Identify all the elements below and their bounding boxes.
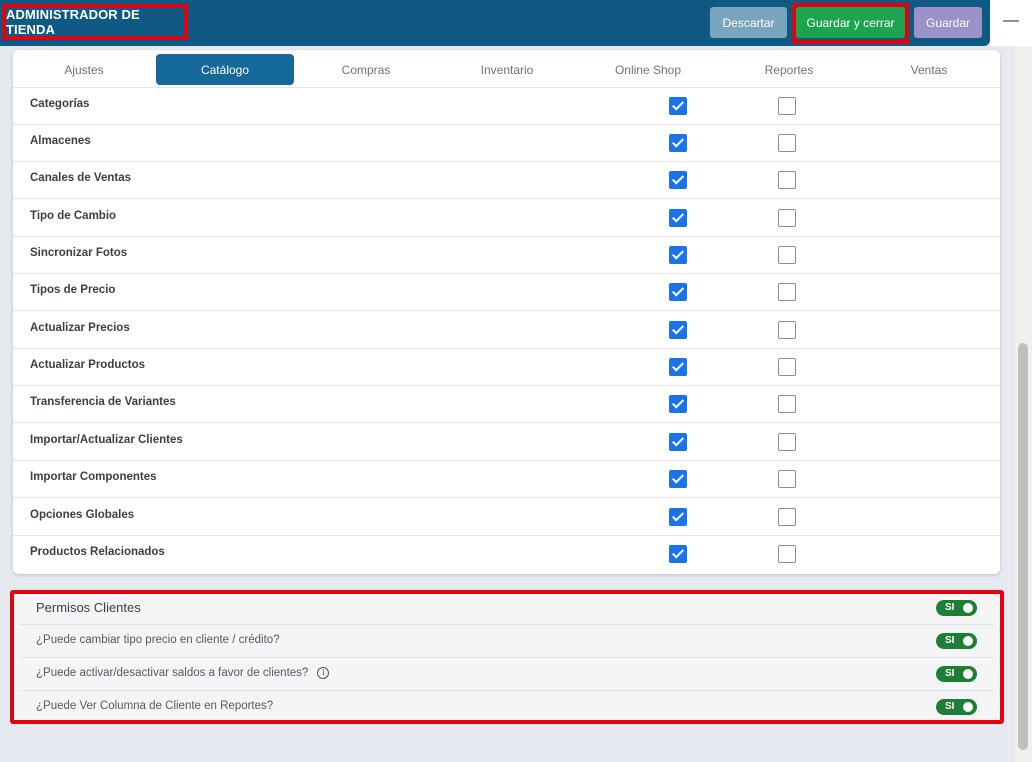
permission-checkbox-primary[interactable] [669, 470, 687, 488]
permission-checkbox-primary[interactable] [669, 321, 687, 339]
permission-row: Tipo de Cambio [13, 200, 1000, 237]
permission-label: Actualizar Precios [30, 322, 130, 334]
permission-checkbox-secondary[interactable] [778, 395, 796, 413]
client-permission-row: ¿Puede activar/desactivar saldos a favor… [20, 658, 994, 691]
client-permission-text: ¿Puede activar/desactivar saldos a favor… [36, 667, 330, 679]
permission-checkbox-secondary[interactable] [778, 134, 796, 152]
clients-permissions-toggle[interactable]: SI [936, 600, 977, 616]
permission-row: Almacenes [13, 125, 1000, 162]
permission-label: Tipo de Cambio [30, 210, 117, 222]
permission-checkbox-primary[interactable] [669, 246, 687, 264]
permission-row: Importar/Actualizar Clientes [13, 424, 1000, 461]
permission-label: Actualizar Productos [30, 359, 146, 371]
tab-ventas[interactable]: Ventas [861, 54, 997, 85]
permission-checkbox-primary[interactable] [669, 545, 687, 563]
permission-label: Transferencia de Variantes [30, 396, 176, 408]
permission-checkbox-primary[interactable] [669, 97, 687, 115]
permission-row: Importar Componentes [13, 461, 1000, 498]
tab-ajustes[interactable]: Ajustes [15, 54, 153, 85]
permission-checkbox-secondary[interactable] [778, 545, 796, 563]
discard-button[interactable]: Descartar [710, 7, 787, 38]
permission-checkbox-secondary[interactable] [778, 171, 796, 189]
permission-row: Sincronizar Fotos [13, 237, 1000, 274]
toggle-label: SI [945, 602, 955, 613]
permission-checkbox-secondary[interactable] [778, 209, 796, 227]
client-permission-label: ¿Puede cambiar tipo precio en cliente / … [36, 634, 280, 646]
permission-checkbox-primary[interactable] [669, 508, 687, 526]
permission-checkbox-primary[interactable] [669, 433, 687, 451]
permission-checkbox-secondary[interactable] [778, 508, 796, 526]
permission-checkbox-secondary[interactable] [778, 321, 796, 339]
permission-checkbox-secondary[interactable] [778, 433, 796, 451]
permission-row: Productos Relacionados [13, 536, 1000, 573]
save-button[interactable]: Guardar [914, 7, 982, 38]
permission-row: Actualizar Precios [13, 312, 1000, 349]
catalog-permissions-card: Ajustes Catálogo Compras Inventario Onli… [13, 50, 1000, 574]
client-permission-toggle[interactable]: SI [936, 633, 977, 649]
clients-permissions-header: Permisos Clientes SI [20, 592, 994, 625]
permission-label: Sincronizar Fotos [30, 247, 128, 259]
permission-checkbox-secondary[interactable] [778, 470, 796, 488]
permission-row: Tipos de Precio [13, 274, 1000, 311]
toggle-label: SI [945, 668, 955, 679]
permission-checkbox-secondary[interactable] [778, 97, 796, 115]
permission-row: Categorías [13, 88, 1000, 125]
permission-checkbox-primary[interactable] [669, 209, 687, 227]
toggle-knob [963, 636, 973, 646]
permission-label: Importar Componentes [30, 471, 157, 483]
tab-bar: Ajustes Catálogo Compras Inventario Onli… [13, 50, 1000, 88]
permission-checkbox-primary[interactable] [669, 134, 687, 152]
tab-reportes[interactable]: Reportes [720, 54, 858, 85]
permission-label: Tipos de Precio [30, 284, 116, 296]
permission-label: Opciones Globales [30, 509, 135, 521]
permission-checkbox-secondary[interactable] [778, 358, 796, 376]
permission-row: Transferencia de Variantes [13, 386, 1000, 423]
scrollbar-thumb[interactable] [1018, 343, 1028, 750]
tab-online-shop[interactable]: Online Shop [579, 54, 717, 85]
toggle-knob [963, 603, 973, 613]
save-close-button[interactable]: Guardar y cerrar [796, 7, 905, 38]
client-permission-label: ¿Puede Ver Columna de Cliente en Reporte… [36, 700, 274, 712]
info-circle-icon[interactable]: i [317, 667, 330, 679]
app-title: ADMINISTRADOR DE TIENDA [6, 7, 140, 37]
permission-checkbox-secondary[interactable] [778, 246, 796, 264]
permission-label: Canales de Ventas [30, 172, 131, 184]
clients-permissions-title: Permisos Clientes [36, 600, 141, 615]
client-permission-toggle[interactable]: SI [936, 699, 977, 715]
toggle-label: SI [945, 635, 955, 646]
permission-checkbox-primary[interactable] [669, 283, 687, 301]
permission-label: Importar/Actualizar Clientes [30, 434, 183, 446]
permission-checkbox-secondary[interactable] [778, 283, 796, 301]
tab-catalogo[interactable]: Catálogo [156, 54, 294, 85]
tab-compras[interactable]: Compras [297, 54, 435, 85]
permission-label: Categorías [30, 98, 90, 110]
permission-checkbox-primary[interactable] [669, 171, 687, 189]
minimize-icon[interactable]: — [1003, 13, 1019, 29]
permission-checkbox-primary[interactable] [669, 395, 687, 413]
app-title-highlight: ADMINISTRADOR DE TIENDA [2, 4, 188, 40]
permission-checkbox-primary[interactable] [669, 358, 687, 376]
toggle-label: SI [945, 701, 955, 712]
tab-inventario[interactable]: Inventario [438, 54, 576, 85]
permission-row: Actualizar Productos [13, 349, 1000, 386]
permission-label: Almacenes [30, 135, 91, 147]
permission-row: Canales de Ventas [13, 162, 1000, 199]
client-permission-toggle[interactable]: SI [936, 666, 977, 682]
permission-row: Opciones Globales [13, 499, 1000, 536]
client-permission-label: ¿Puede activar/desactivar saldos a favor… [36, 667, 309, 679]
permission-label: Productos Relacionados [30, 546, 165, 558]
client-permission-row: ¿Puede Ver Columna de Cliente en Reporte… [20, 691, 994, 724]
toggle-knob [963, 702, 973, 712]
client-permission-row: ¿Puede cambiar tipo precio en cliente / … [20, 625, 994, 658]
toggle-knob [963, 669, 973, 679]
